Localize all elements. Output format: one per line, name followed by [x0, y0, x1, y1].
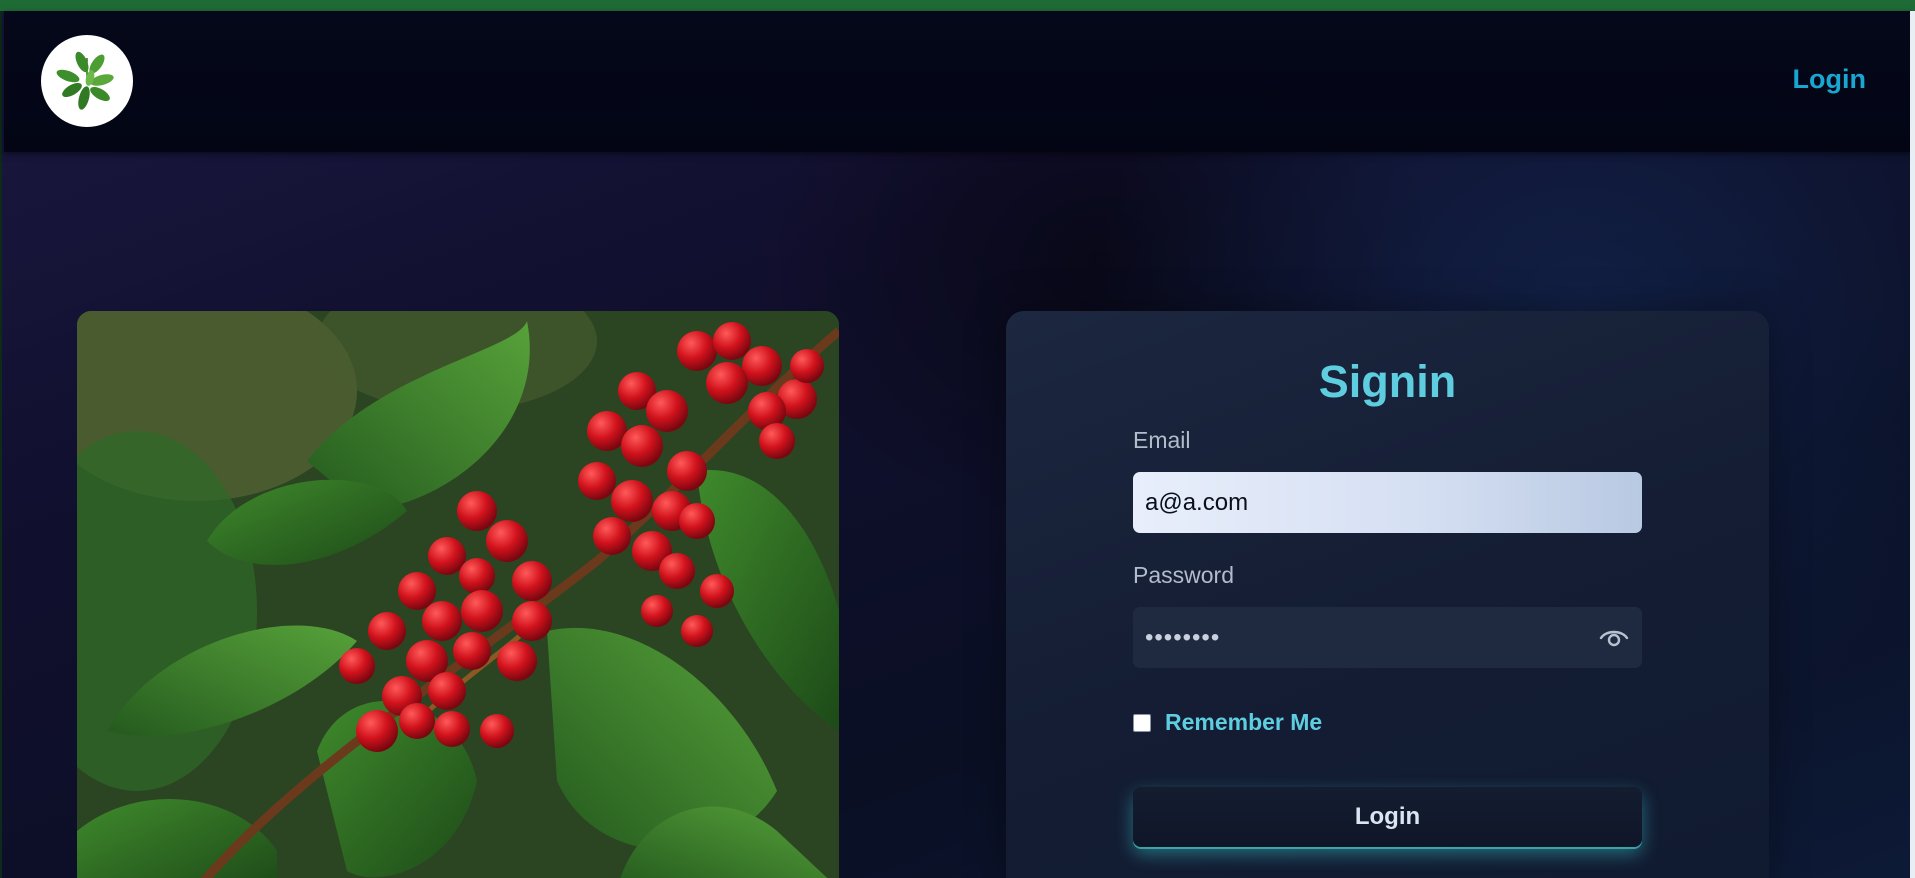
signin-title: Signin [1318, 356, 1457, 407]
coffee-cherries-photo [77, 311, 839, 878]
coffee-leaf-icon [56, 51, 114, 110]
eye-icon[interactable] [1598, 624, 1630, 652]
logo-icon[interactable] [41, 35, 133, 127]
app-background: Login Signin Email a@a.com Password ••••… [0, 11, 1912, 878]
remember-me-row: Remember Me [1133, 709, 1322, 736]
password-label: Password [1133, 562, 1234, 588]
show-password-icon [1599, 630, 1629, 647]
site-header: Login [4, 11, 1912, 152]
signin-card: Signin Email Password Remember Me Login [1006, 311, 1769, 878]
email-field[interactable] [1133, 472, 1642, 533]
password-field[interactable] [1133, 607, 1642, 668]
coffee-plant-image [77, 311, 839, 878]
remember-me-checkbox[interactable] [1133, 713, 1151, 732]
login-button[interactable]: Login [1133, 787, 1642, 847]
window-right-edge [1910, 11, 1915, 878]
top-accent-strip [0, 0, 1915, 11]
email-label: Email [1133, 427, 1191, 453]
remember-me-label[interactable]: Remember Me [1165, 709, 1322, 736]
nav-login-link[interactable]: Login [1793, 64, 1866, 95]
